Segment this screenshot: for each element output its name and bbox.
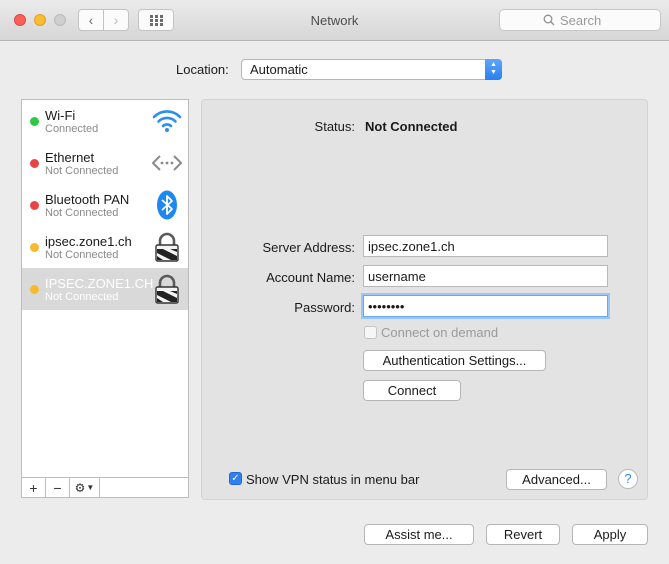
title-bar: ‹ › Network Search [0, 0, 669, 41]
wifi-icon [152, 110, 182, 132]
revert-button[interactable]: Revert [486, 524, 560, 545]
ethernet-icon [152, 155, 182, 171]
service-name: IPSEC.ZONE1.CH [45, 276, 154, 291]
chevron-down-icon: ▼ [86, 483, 95, 492]
service-name: ipsec.zone1.ch [45, 234, 132, 249]
account-name-input[interactable] [363, 265, 608, 287]
service-item-vpn-lowercase[interactable]: ipsec.zone1.ch Not Connected [22, 226, 188, 268]
authentication-settings-button[interactable]: Authentication Settings... [363, 350, 546, 371]
plus-icon: + [29, 479, 38, 496]
advanced-button[interactable]: Advanced... [506, 469, 607, 490]
help-button[interactable]: ? [618, 469, 638, 489]
apply-button[interactable]: Apply [572, 524, 648, 545]
gear-icon: ⚙ [74, 480, 86, 495]
service-status: Not Connected [45, 165, 119, 177]
status-label: Status: [314, 119, 355, 134]
password-label: Password: [294, 300, 355, 315]
remove-service-button[interactable]: − [46, 478, 70, 497]
checkmark-icon: ✓ [231, 473, 240, 484]
question-mark-icon: ? [624, 471, 632, 486]
service-status: Not Connected [45, 291, 119, 303]
show-vpn-status-checkbox[interactable]: ✓ [229, 472, 242, 485]
add-service-button[interactable]: + [22, 478, 46, 497]
service-item-bluetooth[interactable]: Bluetooth PAN Not Connected [22, 184, 188, 226]
service-name: Ethernet [45, 150, 95, 165]
status-dot [30, 201, 39, 210]
service-status: Connected [45, 123, 99, 135]
service-list[interactable]: Wi-Fi Connected Ethernet Not Connected B… [21, 99, 189, 478]
connect-on-demand-label: Connect on demand [381, 325, 499, 340]
location-label: Location: [176, 62, 229, 77]
account-name-label: Account Name: [266, 270, 355, 285]
search-field[interactable]: Search [499, 9, 661, 31]
server-address-label: Server Address: [262, 240, 356, 255]
service-item-vpn-uppercase[interactable]: IPSEC.ZONE1.CH Not Connected [22, 268, 188, 310]
service-item-ethernet[interactable]: Ethernet Not Connected [22, 142, 188, 184]
location-select[interactable]: Automatic ▲ ▼ [241, 59, 502, 80]
service-status: Not Connected [45, 207, 119, 219]
status-dot [30, 117, 39, 126]
up-down-arrows-icon: ▲ ▼ [485, 59, 502, 80]
service-status: Not Connected [45, 249, 119, 261]
search-placeholder: Search [560, 13, 602, 28]
password-input[interactable] [363, 295, 608, 317]
service-name: Wi-Fi [45, 108, 76, 123]
status-value: Not Connected [365, 119, 458, 134]
assist-me-button[interactable]: Assist me... [364, 524, 474, 545]
location-value: Automatic [250, 62, 308, 77]
status-dot [30, 159, 39, 168]
minus-icon: − [53, 479, 62, 496]
service-item-wifi[interactable]: Wi-Fi Connected [22, 100, 188, 142]
service-name: Bluetooth PAN [45, 192, 130, 207]
action-menu-button[interactable]: ⚙ ▼ [70, 478, 100, 497]
search-icon [543, 14, 555, 26]
vpn-lock-icon [155, 232, 179, 262]
connect-button[interactable]: Connect [363, 380, 461, 401]
status-dot [30, 285, 39, 294]
server-address-input[interactable] [363, 235, 608, 257]
status-dot [30, 243, 39, 252]
show-vpn-status-label: Show VPN status in menu bar [246, 472, 420, 487]
connect-on-demand-checkbox[interactable] [364, 326, 377, 339]
bluetooth-icon [157, 190, 177, 220]
service-list-toolbar: + − ⚙ ▼ [21, 478, 189, 498]
vpn-lock-icon [155, 274, 179, 304]
